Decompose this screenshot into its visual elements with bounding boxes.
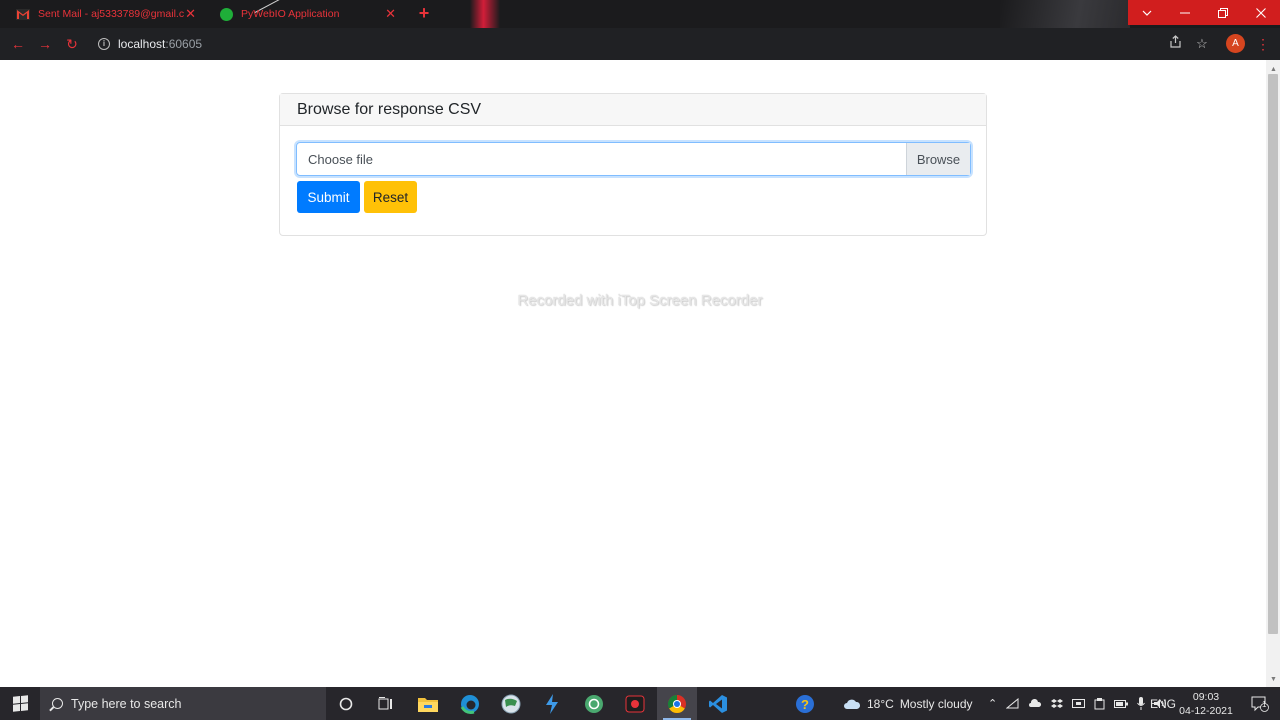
gmail-icon: [16, 8, 30, 20]
forward-arrow-icon[interactable]: →: [37, 36, 53, 52]
browser-titlebar: Sent Mail - aj5333789@gmail.co ✕ PyWebIO…: [0, 0, 1280, 28]
browser-toolbar: ← → ↻ i localhost:60605 ☆ A ⋮: [0, 28, 1280, 88]
address-bar[interactable]: i localhost:60605: [90, 31, 1220, 57]
screen-recorder-icon[interactable]: [615, 687, 655, 720]
url-host: localhost: [118, 37, 166, 51]
dropbox-icon[interactable]: [1051, 698, 1064, 710]
pywebio-dot-icon: [220, 7, 233, 21]
reload-icon[interactable]: ↻: [64, 36, 80, 52]
close-tab-icon[interactable]: ✕: [385, 6, 396, 22]
bookmark-star-icon[interactable]: ☆: [1193, 35, 1211, 53]
scroll-up-arrow-icon[interactable]: ▲: [1270, 66, 1277, 73]
chevron-up-icon[interactable]: ⌃: [988, 697, 997, 710]
taskbar-clock[interactable]: 09:03 04-12-2021: [1176, 690, 1236, 718]
chrome-icon[interactable]: [657, 687, 697, 720]
start-button[interactable]: [0, 687, 40, 720]
taskbar-search-box[interactable]: Type here to search: [40, 687, 326, 720]
wallpaper-shade: [1000, 0, 1130, 28]
upload-card: Browse for response CSV Choose file Brow…: [279, 93, 987, 236]
display-icon[interactable]: [1072, 698, 1086, 709]
microphone-icon[interactable]: [1137, 697, 1146, 710]
search-icon: [52, 698, 63, 709]
browser-menu-icon[interactable]: ⋮: [1256, 35, 1270, 53]
browse-button[interactable]: Browse: [906, 143, 970, 175]
site-info-icon[interactable]: i: [98, 38, 110, 50]
weather-temp: 18°C: [867, 696, 894, 711]
close-tab-icon[interactable]: ✕: [185, 6, 196, 22]
hardware-icon[interactable]: [1094, 697, 1105, 710]
tab-search-chevron-icon[interactable]: [1128, 0, 1166, 25]
vscode-icon[interactable]: [698, 687, 738, 720]
page-scrollbar[interactable]: ▲ ▼: [1266, 60, 1280, 687]
cloud-icon: [844, 699, 861, 709]
tab-gmail[interactable]: Sent Mail - aj5333789@gmail.co ✕: [0, 0, 204, 28]
task-view-icon[interactable]: [366, 687, 406, 720]
onedrive-cloud-icon[interactable]: [1028, 699, 1042, 708]
help-icon[interactable]: ?: [785, 687, 825, 720]
windows-logo-icon: [12, 695, 28, 712]
weather-condition: Mostly cloudy: [899, 696, 973, 711]
visual-studio-icon[interactable]: [532, 687, 572, 720]
chatgpt-app-icon[interactable]: [574, 687, 614, 720]
profile-avatar[interactable]: A: [1226, 34, 1245, 53]
wallpaper-glow: [470, 0, 500, 28]
reset-button[interactable]: Reset: [364, 181, 417, 213]
back-arrow-icon[interactable]: ←: [10, 36, 26, 52]
card-title: Browse for response CSV: [280, 94, 986, 126]
minimize-icon[interactable]: [1166, 0, 1204, 25]
clock-date: 04-12-2021: [1179, 705, 1233, 717]
tab-pywebio[interactable]: PyWebIO Application ✕: [204, 0, 404, 28]
page-content: Browse for response CSV Choose file Brow…: [0, 60, 1266, 687]
new-tab-plus-icon[interactable]: +: [414, 3, 434, 23]
notification-center-icon[interactable]: 1: [1240, 687, 1280, 720]
url-port: :60605: [165, 37, 203, 51]
restore-icon[interactable]: [1204, 0, 1242, 25]
battery-icon[interactable]: [1114, 699, 1129, 708]
submit-button[interactable]: Submit: [297, 181, 360, 213]
language-indicator[interactable]: ENG: [1150, 687, 1176, 720]
close-window-icon[interactable]: [1242, 0, 1280, 25]
edge-browser-icon[interactable]: [450, 687, 490, 720]
file-explorer-icon[interactable]: [408, 687, 448, 720]
recorder-watermark: Recorded with iTop Screen Recorder: [517, 292, 763, 309]
system-tray: ⌃: [988, 687, 1167, 720]
scrollbar-thumb[interactable]: [1268, 74, 1278, 634]
globe-app-icon[interactable]: [491, 687, 531, 720]
tab-title: PyWebIO Application: [241, 8, 340, 20]
notification-count: 1: [1262, 700, 1267, 709]
file-picker[interactable]: Choose file Browse: [296, 142, 971, 176]
scroll-down-arrow-icon[interactable]: ▼: [1270, 676, 1277, 683]
network-icon[interactable]: [1006, 698, 1019, 709]
weather-widget[interactable]: 18°C Mostly cloudy: [843, 687, 973, 720]
share-icon[interactable]: [1166, 35, 1184, 53]
tab-title: Sent Mail - aj5333789@gmail.co: [38, 8, 184, 20]
svg-text:?: ?: [801, 697, 809, 712]
search-placeholder: Type here to search: [71, 696, 182, 711]
cortana-icon[interactable]: [326, 687, 366, 720]
windows-taskbar: Type here to search ? 18°C Mostly cloudy…: [0, 687, 1280, 720]
file-input-field[interactable]: Choose file: [297, 143, 906, 175]
clock-time: 09:03: [1192, 691, 1220, 703]
